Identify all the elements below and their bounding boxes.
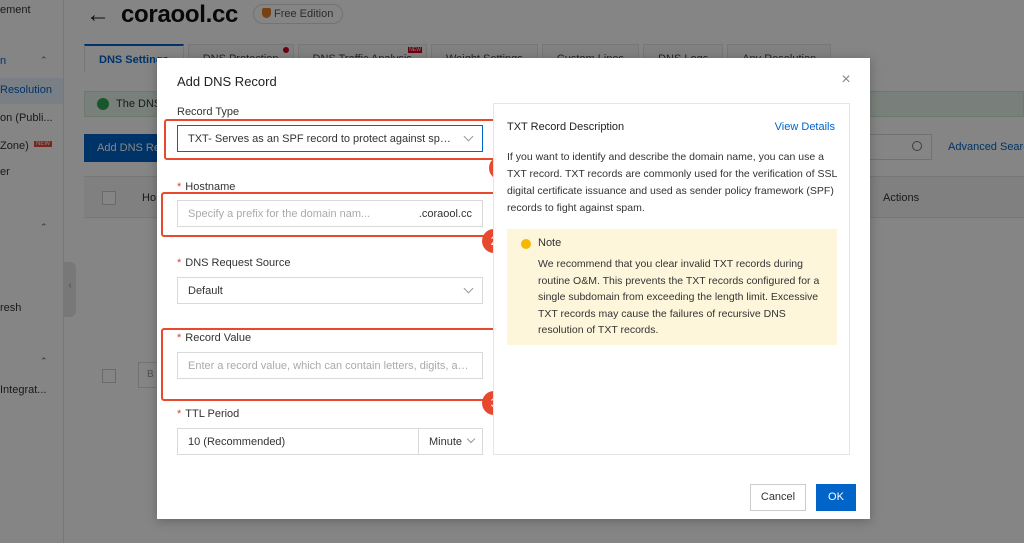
dialog-title: Add DNS Record bbox=[177, 74, 277, 89]
request-source-label: * DNS Request Source bbox=[177, 257, 291, 269]
note-title: Note bbox=[538, 237, 562, 249]
annotation-box-2 bbox=[161, 192, 502, 237]
txt-record-info-panel: TXT Record Description View Details If y… bbox=[493, 103, 850, 455]
view-details-link[interactable]: View Details bbox=[775, 121, 835, 133]
chevron-down-icon bbox=[463, 283, 474, 294]
chevron-down-icon bbox=[466, 434, 476, 444]
cancel-button[interactable]: Cancel bbox=[750, 484, 806, 511]
warning-icon bbox=[521, 239, 531, 249]
note-box: Note We recommend that you clear invalid… bbox=[507, 229, 837, 345]
ok-button[interactable]: OK bbox=[816, 484, 856, 511]
add-dns-record-dialog: Add DNS Record × Record Type TXT- Serves… bbox=[157, 58, 870, 519]
annotation-box-1 bbox=[164, 119, 500, 160]
ttl-unit-select[interactable]: Minute bbox=[418, 428, 483, 455]
info-description: If you want to identify and describe the… bbox=[507, 151, 837, 214]
ttl-select[interactable]: 10 (Recommended) bbox=[177, 428, 419, 455]
record-type-label: Record Type bbox=[177, 106, 240, 118]
annotation-box-3 bbox=[161, 328, 502, 401]
note-body: We recommend that you clear invalid TXT … bbox=[538, 258, 820, 336]
info-title: TXT Record Description bbox=[507, 121, 625, 133]
close-icon[interactable]: × bbox=[838, 72, 854, 88]
ttl-label: * TTL Period bbox=[177, 408, 240, 420]
request-source-select[interactable]: Default bbox=[177, 277, 483, 304]
